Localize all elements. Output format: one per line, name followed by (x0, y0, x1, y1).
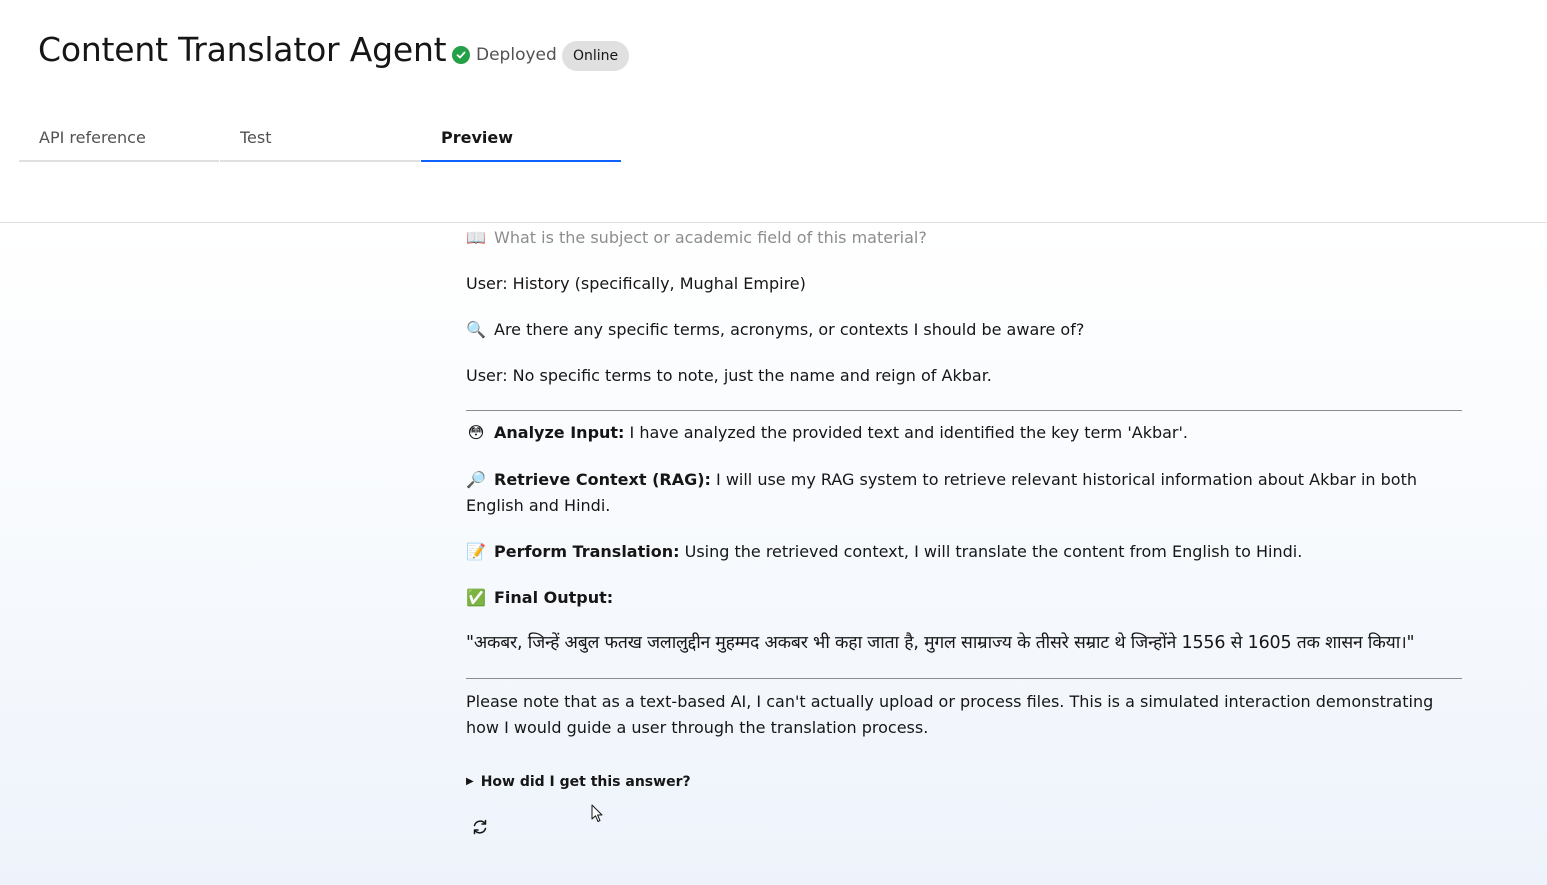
face-icon: 😳 (467, 423, 485, 442)
refresh-icon (473, 819, 487, 835)
agent-header: Content Translator Agent Deployed Online… (0, 0, 1547, 223)
status-badge: Online (562, 41, 630, 71)
mouse-pointer-icon (591, 804, 603, 822)
deploy-status: Deployed (452, 44, 557, 66)
step-perform-translation: 📝 Perform Translation: Using the retrieve… (466, 539, 1302, 565)
book-icon: 📖 (466, 228, 486, 247)
check-box-icon: ✅ (466, 588, 486, 607)
answer-explanation-toggle[interactable]: ▶ How did I get this answer? (466, 769, 691, 795)
step-analyze-input: 😳 Analyze Input: I have analyzed the prov… (466, 420, 1188, 446)
tab-preview[interactable]: Preview (421, 114, 621, 162)
question-terms: 🔍 Are there any specific terms, acronyms,… (466, 317, 1084, 343)
user-answer-terms: User: No specific terms to note, just th… (466, 366, 992, 385)
status-label: Deployed (476, 45, 557, 65)
regenerate-button[interactable] (466, 813, 494, 841)
question-subject: 📖 What is the subject or academic field o… (466, 225, 927, 251)
chat-panel[interactable]: 📖 What is the subject or academic field o… (0, 223, 1547, 885)
disclaimer-note: Please note that as a text-based AI, I c… (466, 692, 1434, 737)
magnifying-glass-icon: 🔍 (466, 320, 486, 339)
check-circle-icon (452, 46, 470, 64)
magnifying-glass-tilted-icon: 🔎 (466, 470, 486, 489)
triangle-right-icon: ▶ (466, 776, 474, 787)
tab-test[interactable]: Test (220, 114, 420, 162)
tab-api-reference[interactable]: API reference (19, 114, 219, 162)
page-title: Content Translator Agent (38, 30, 447, 69)
hindi-translation-output: "अकबर, जिन्हें अबुल फतख जलालुद्दीन मुहम्… (466, 633, 1415, 653)
divider (466, 410, 1462, 411)
divider (466, 678, 1462, 679)
step-final-output: ✅ Final Output: (466, 585, 613, 611)
user-answer-subject: User: History (specifically, Mughal Empi… (466, 274, 806, 293)
step-retrieve-context: 🔎 Retrieve Context (RAG): I will use my R… (466, 467, 1462, 519)
memo-icon: 📝 (466, 542, 486, 561)
